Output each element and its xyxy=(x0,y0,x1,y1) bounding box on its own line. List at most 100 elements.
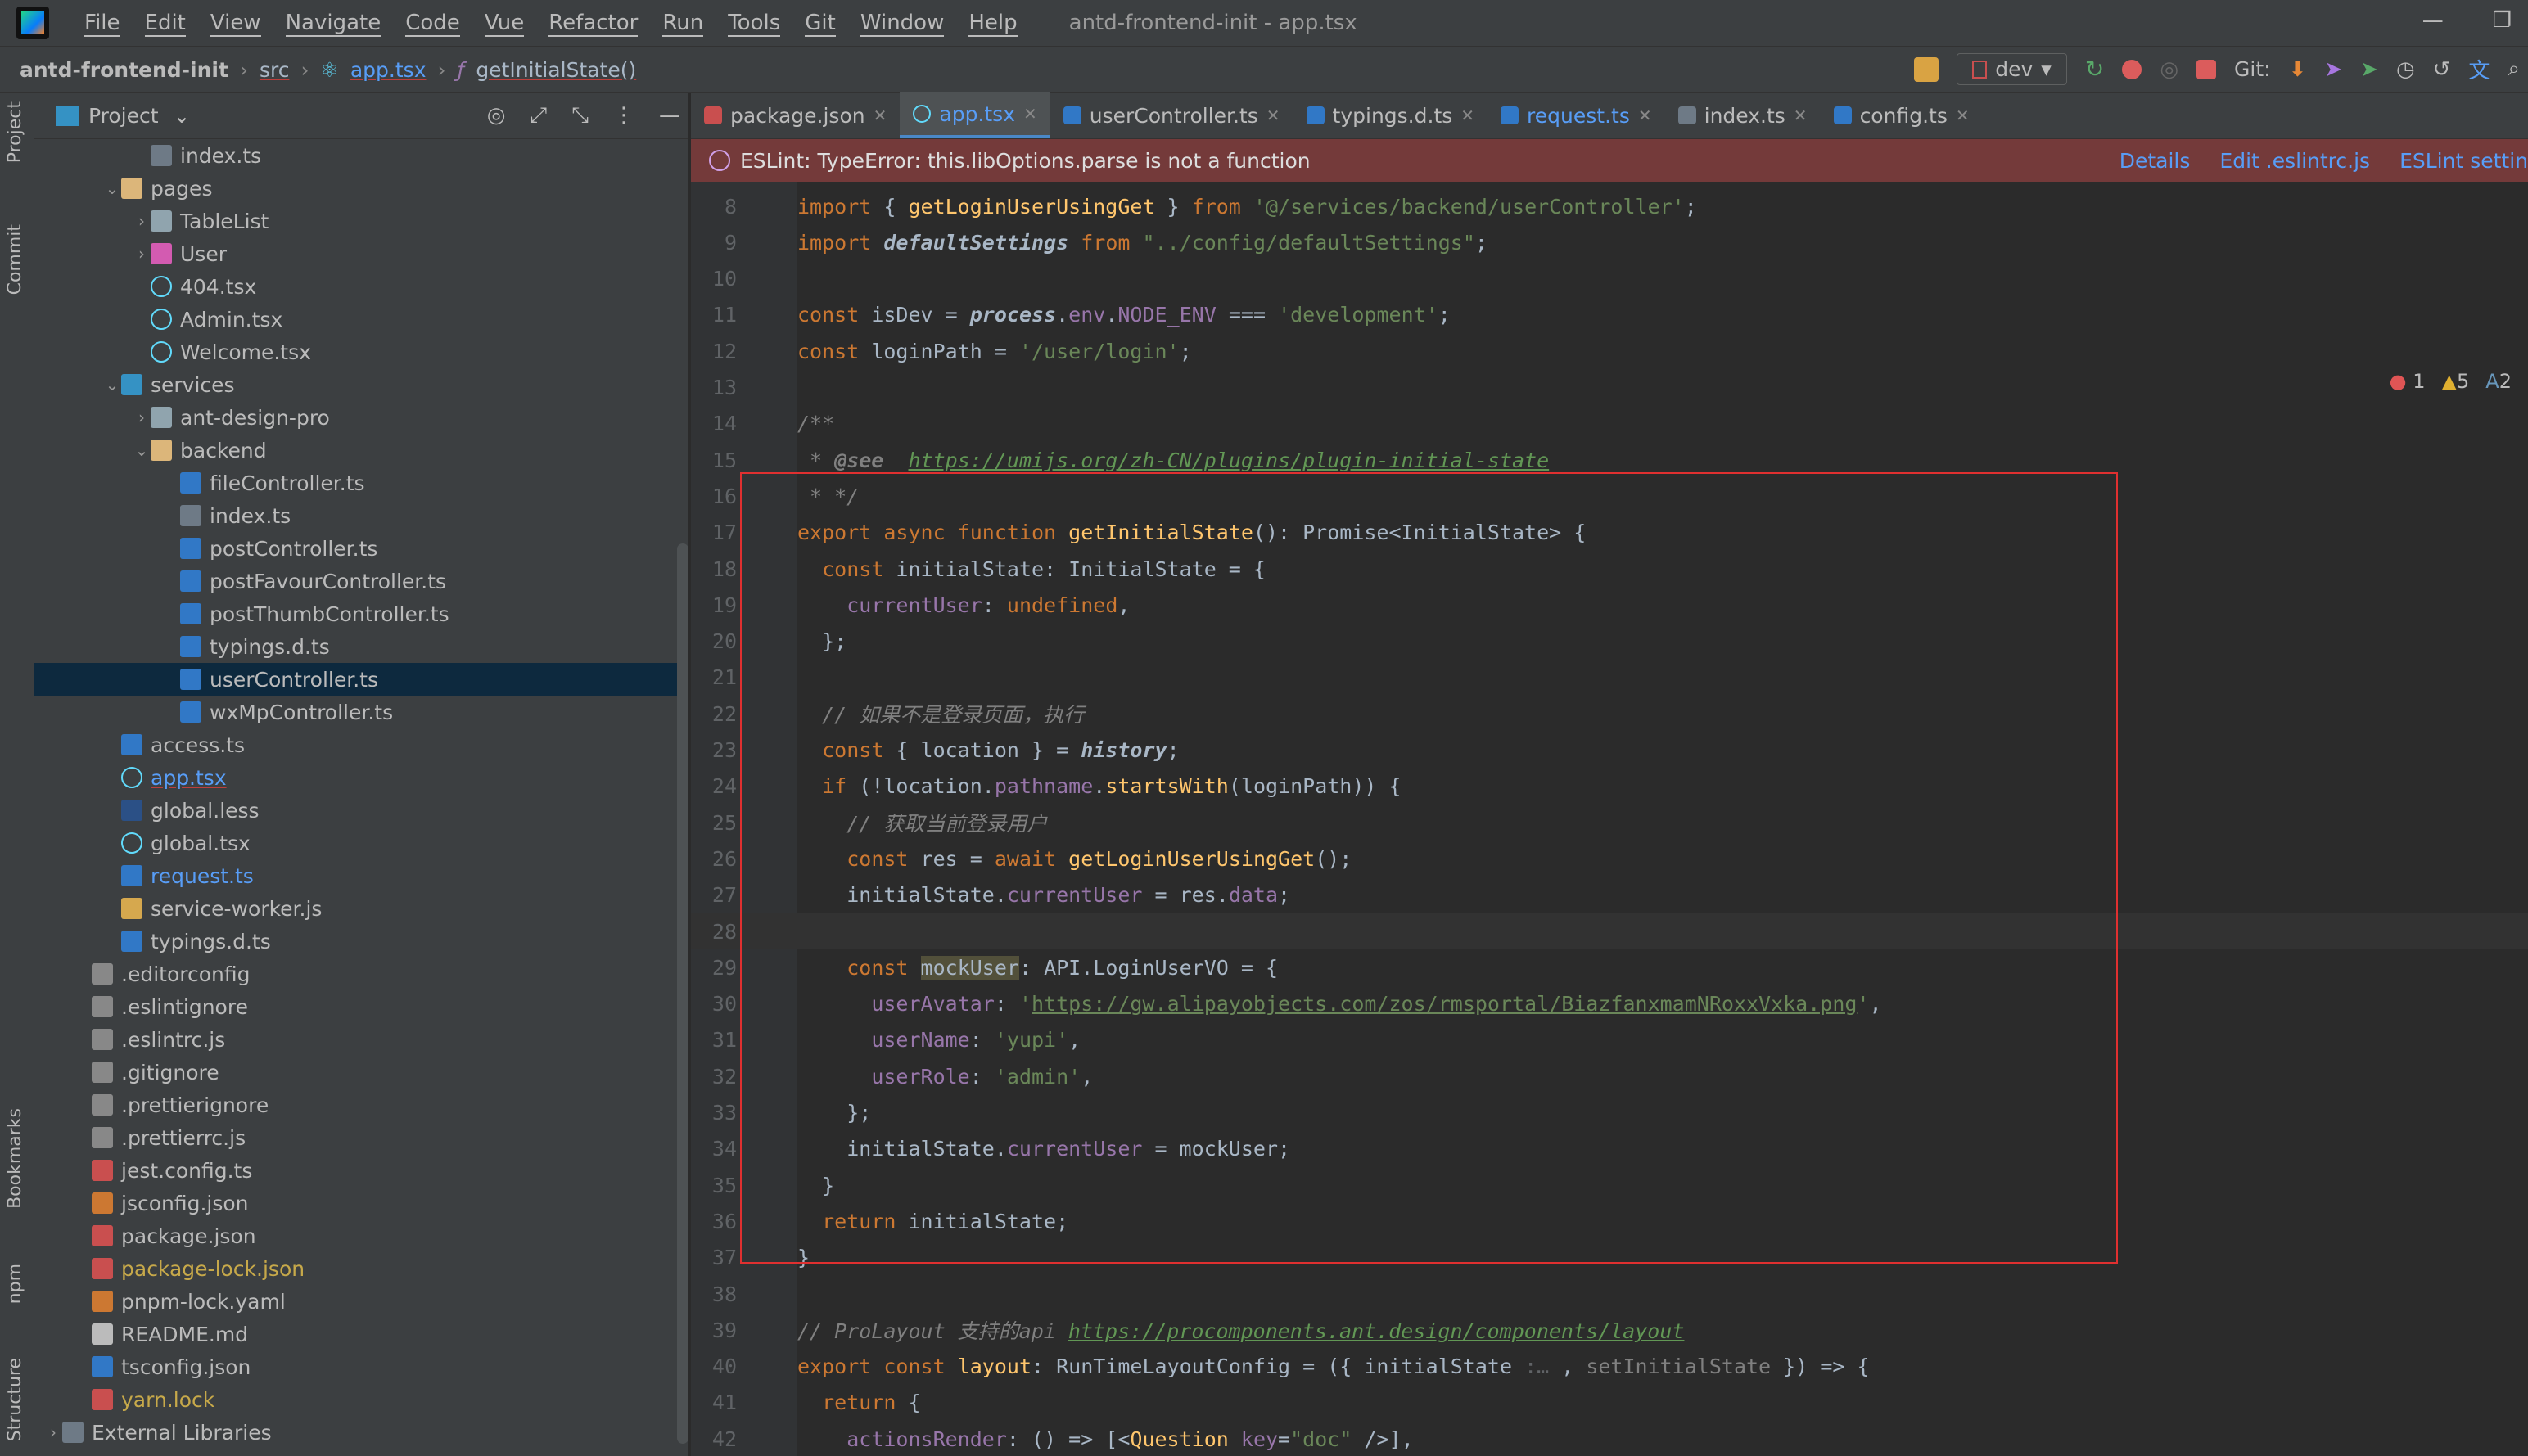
tab-config-ts[interactable]: config.ts ✕ xyxy=(1821,92,1983,138)
chevron-right-icon[interactable]: › xyxy=(44,1422,62,1442)
tree-item[interactable]: package.json xyxy=(34,1219,688,1252)
chevron-right-icon[interactable]: › xyxy=(133,408,151,427)
stop-icon[interactable] xyxy=(2196,59,2216,79)
menu-item-window[interactable]: Window xyxy=(848,11,957,37)
code-line[interactable]: 10 xyxy=(691,261,2528,297)
code-line[interactable]: 14 /** xyxy=(691,406,2528,442)
tree-item[interactable]: jsconfig.json xyxy=(34,1187,688,1219)
tree-item[interactable]: .prettierrc.js xyxy=(34,1121,688,1154)
menu-item-view[interactable]: View xyxy=(198,11,273,37)
tree-item[interactable]: Admin.tsx xyxy=(34,303,688,336)
tree-item[interactable]: access.ts xyxy=(34,728,688,761)
rollback-icon[interactable]: ↺ xyxy=(2433,57,2451,82)
menu-item-tools[interactable]: Tools xyxy=(716,11,792,37)
rerun-icon[interactable]: ↻ xyxy=(2085,56,2104,83)
tree-item[interactable]: .eslintignore xyxy=(34,990,688,1023)
tab-usercontroller-ts[interactable]: userController.ts ✕ xyxy=(1050,92,1293,138)
search-icon[interactable]: ⌕ xyxy=(2508,56,2520,82)
breadcrumb-folder[interactable]: src xyxy=(260,58,290,82)
tree-item[interactable]: app.tsx xyxy=(34,761,688,794)
tree-item[interactable]: typings.d.ts xyxy=(34,925,688,958)
code-line[interactable]: 8 import { getLoginUserUsingGet } from '@… xyxy=(691,188,2528,224)
chevron-down-icon[interactable]: ⌄ xyxy=(174,104,191,128)
menu-item-edit[interactable]: Edit xyxy=(133,11,198,37)
tree-item[interactable]: index.ts xyxy=(34,139,688,172)
tree-item[interactable]: › External Libraries xyxy=(34,1416,688,1449)
collapse-all-icon[interactable]: ⤡ xyxy=(571,103,589,128)
tree-item[interactable]: typings.d.ts xyxy=(34,630,688,663)
chevron-down-icon[interactable]: ⌄ xyxy=(103,375,121,394)
close-icon[interactable]: ✕ xyxy=(874,106,887,125)
translate-icon[interactable]: 文 xyxy=(2468,54,2490,84)
hide-icon[interactable]: — xyxy=(659,103,680,128)
code-line[interactable]: 40 export const layout: RunTimeLayoutConf… xyxy=(691,1349,2528,1385)
project-panel-title[interactable]: Project xyxy=(88,104,159,128)
menu-item-code[interactable]: Code xyxy=(393,11,472,37)
git-push-icon[interactable]: ➤ xyxy=(2360,57,2378,82)
code-line[interactable]: 39 // ProLayout 支持的api https://procompone… xyxy=(691,1312,2528,1348)
chevron-down-icon[interactable]: ⌄ xyxy=(133,440,151,460)
tree-item[interactable]: pnpm-lock.yaml xyxy=(34,1285,688,1318)
chevron-right-icon[interactable]: › xyxy=(133,244,151,264)
tree-item[interactable]: › ant-design-pro xyxy=(34,401,688,434)
code-line[interactable]: 41 return { xyxy=(691,1385,2528,1421)
breadcrumb-symbol[interactable]: getInitialState() xyxy=(476,58,636,82)
menu-item-file[interactable]: File xyxy=(72,11,133,37)
tree-item[interactable]: tsconfig.json xyxy=(34,1350,688,1383)
tree-item[interactable]: .editorconfig xyxy=(34,958,688,990)
tree-item[interactable]: wxMpController.ts xyxy=(34,696,688,728)
tree-item[interactable]: .gitignore xyxy=(34,1056,688,1089)
code-line[interactable]: 11 const isDev = process.env.NODE_ENV ===… xyxy=(691,297,2528,333)
tab-index-ts[interactable]: index.ts ✕ xyxy=(1665,92,1821,138)
tree-item[interactable]: service-worker.js xyxy=(34,892,688,925)
close-icon[interactable]: ✕ xyxy=(1794,106,1808,125)
menu-item-git[interactable]: Git xyxy=(792,11,848,37)
tree-item[interactable]: index.ts xyxy=(34,499,688,532)
tree-item[interactable]: ⌄ backend xyxy=(34,434,688,467)
locate-icon[interactable]: ◎ xyxy=(487,103,506,128)
tree-item[interactable]: ⌄ pages xyxy=(34,172,688,205)
project-tool-tab[interactable]: Project xyxy=(5,101,25,163)
tree-item[interactable]: fileController.ts xyxy=(34,467,688,499)
chevron-right-icon[interactable]: › xyxy=(133,211,151,231)
close-icon[interactable]: ✕ xyxy=(1956,106,1970,125)
close-icon[interactable]: ✕ xyxy=(1638,106,1652,125)
menu-item-refactor[interactable]: Refactor xyxy=(536,11,650,37)
structure-tool-tab[interactable]: Structure xyxy=(5,1358,25,1441)
users-icon[interactable] xyxy=(1914,56,1939,82)
tree-item[interactable]: userController.ts xyxy=(34,663,688,696)
menu-item-run[interactable]: Run xyxy=(650,11,716,37)
menu-item-vue[interactable]: Vue xyxy=(472,11,537,37)
tree-item[interactable]: .prettierignore xyxy=(34,1089,688,1121)
restore-icon[interactable]: ❐ xyxy=(2493,8,2512,33)
tree-item[interactable]: jest.config.ts xyxy=(34,1154,688,1187)
tree-item[interactable]: postFavourController.ts xyxy=(34,565,688,597)
coverage-icon[interactable]: ◎ xyxy=(2160,57,2178,82)
options-icon[interactable]: ⋮ xyxy=(613,103,634,128)
tree-item[interactable]: postController.ts xyxy=(34,532,688,565)
close-icon[interactable]: ✕ xyxy=(1023,104,1037,124)
tab-package-json[interactable]: package.json ✕ xyxy=(691,92,900,138)
project-scrollbar[interactable] xyxy=(677,543,688,1444)
minimize-icon[interactable]: — xyxy=(2422,8,2444,33)
tree-item[interactable]: › User xyxy=(34,237,688,270)
commit-tool-tab[interactable]: Commit xyxy=(5,224,25,295)
tree-item[interactable]: › TableList xyxy=(34,205,688,237)
tree-item[interactable]: package-lock.json xyxy=(34,1252,688,1285)
npm-tool-tab[interactable]: npm xyxy=(5,1264,25,1304)
bookmarks-tool-tab[interactable]: Bookmarks xyxy=(5,1108,25,1209)
tree-item[interactable]: request.ts xyxy=(34,859,688,892)
eslint-action-link[interactable]: ESLint settin xyxy=(2399,149,2528,173)
expand-all-icon[interactable]: ⤢ xyxy=(530,103,547,128)
menu-item-help[interactable]: Help xyxy=(956,11,1029,37)
tree-item[interactable]: 404.tsx xyxy=(34,270,688,303)
close-icon[interactable]: ✕ xyxy=(1266,106,1280,125)
run-config-selector[interactable]: dev ▾ xyxy=(1957,53,2067,85)
tree-item[interactable]: yarn.lock xyxy=(34,1383,688,1416)
chevron-down-icon[interactable]: ⌄ xyxy=(103,178,121,198)
tab-request-ts[interactable]: request.ts ✕ xyxy=(1487,92,1665,138)
tree-item[interactable]: Welcome.tsx xyxy=(34,336,688,368)
tree-item[interactable]: README.md xyxy=(34,1318,688,1350)
tab-typings-d-ts[interactable]: typings.d.ts ✕ xyxy=(1293,92,1488,138)
code-line[interactable]: 12 const loginPath = '/user/login'; xyxy=(691,333,2528,369)
